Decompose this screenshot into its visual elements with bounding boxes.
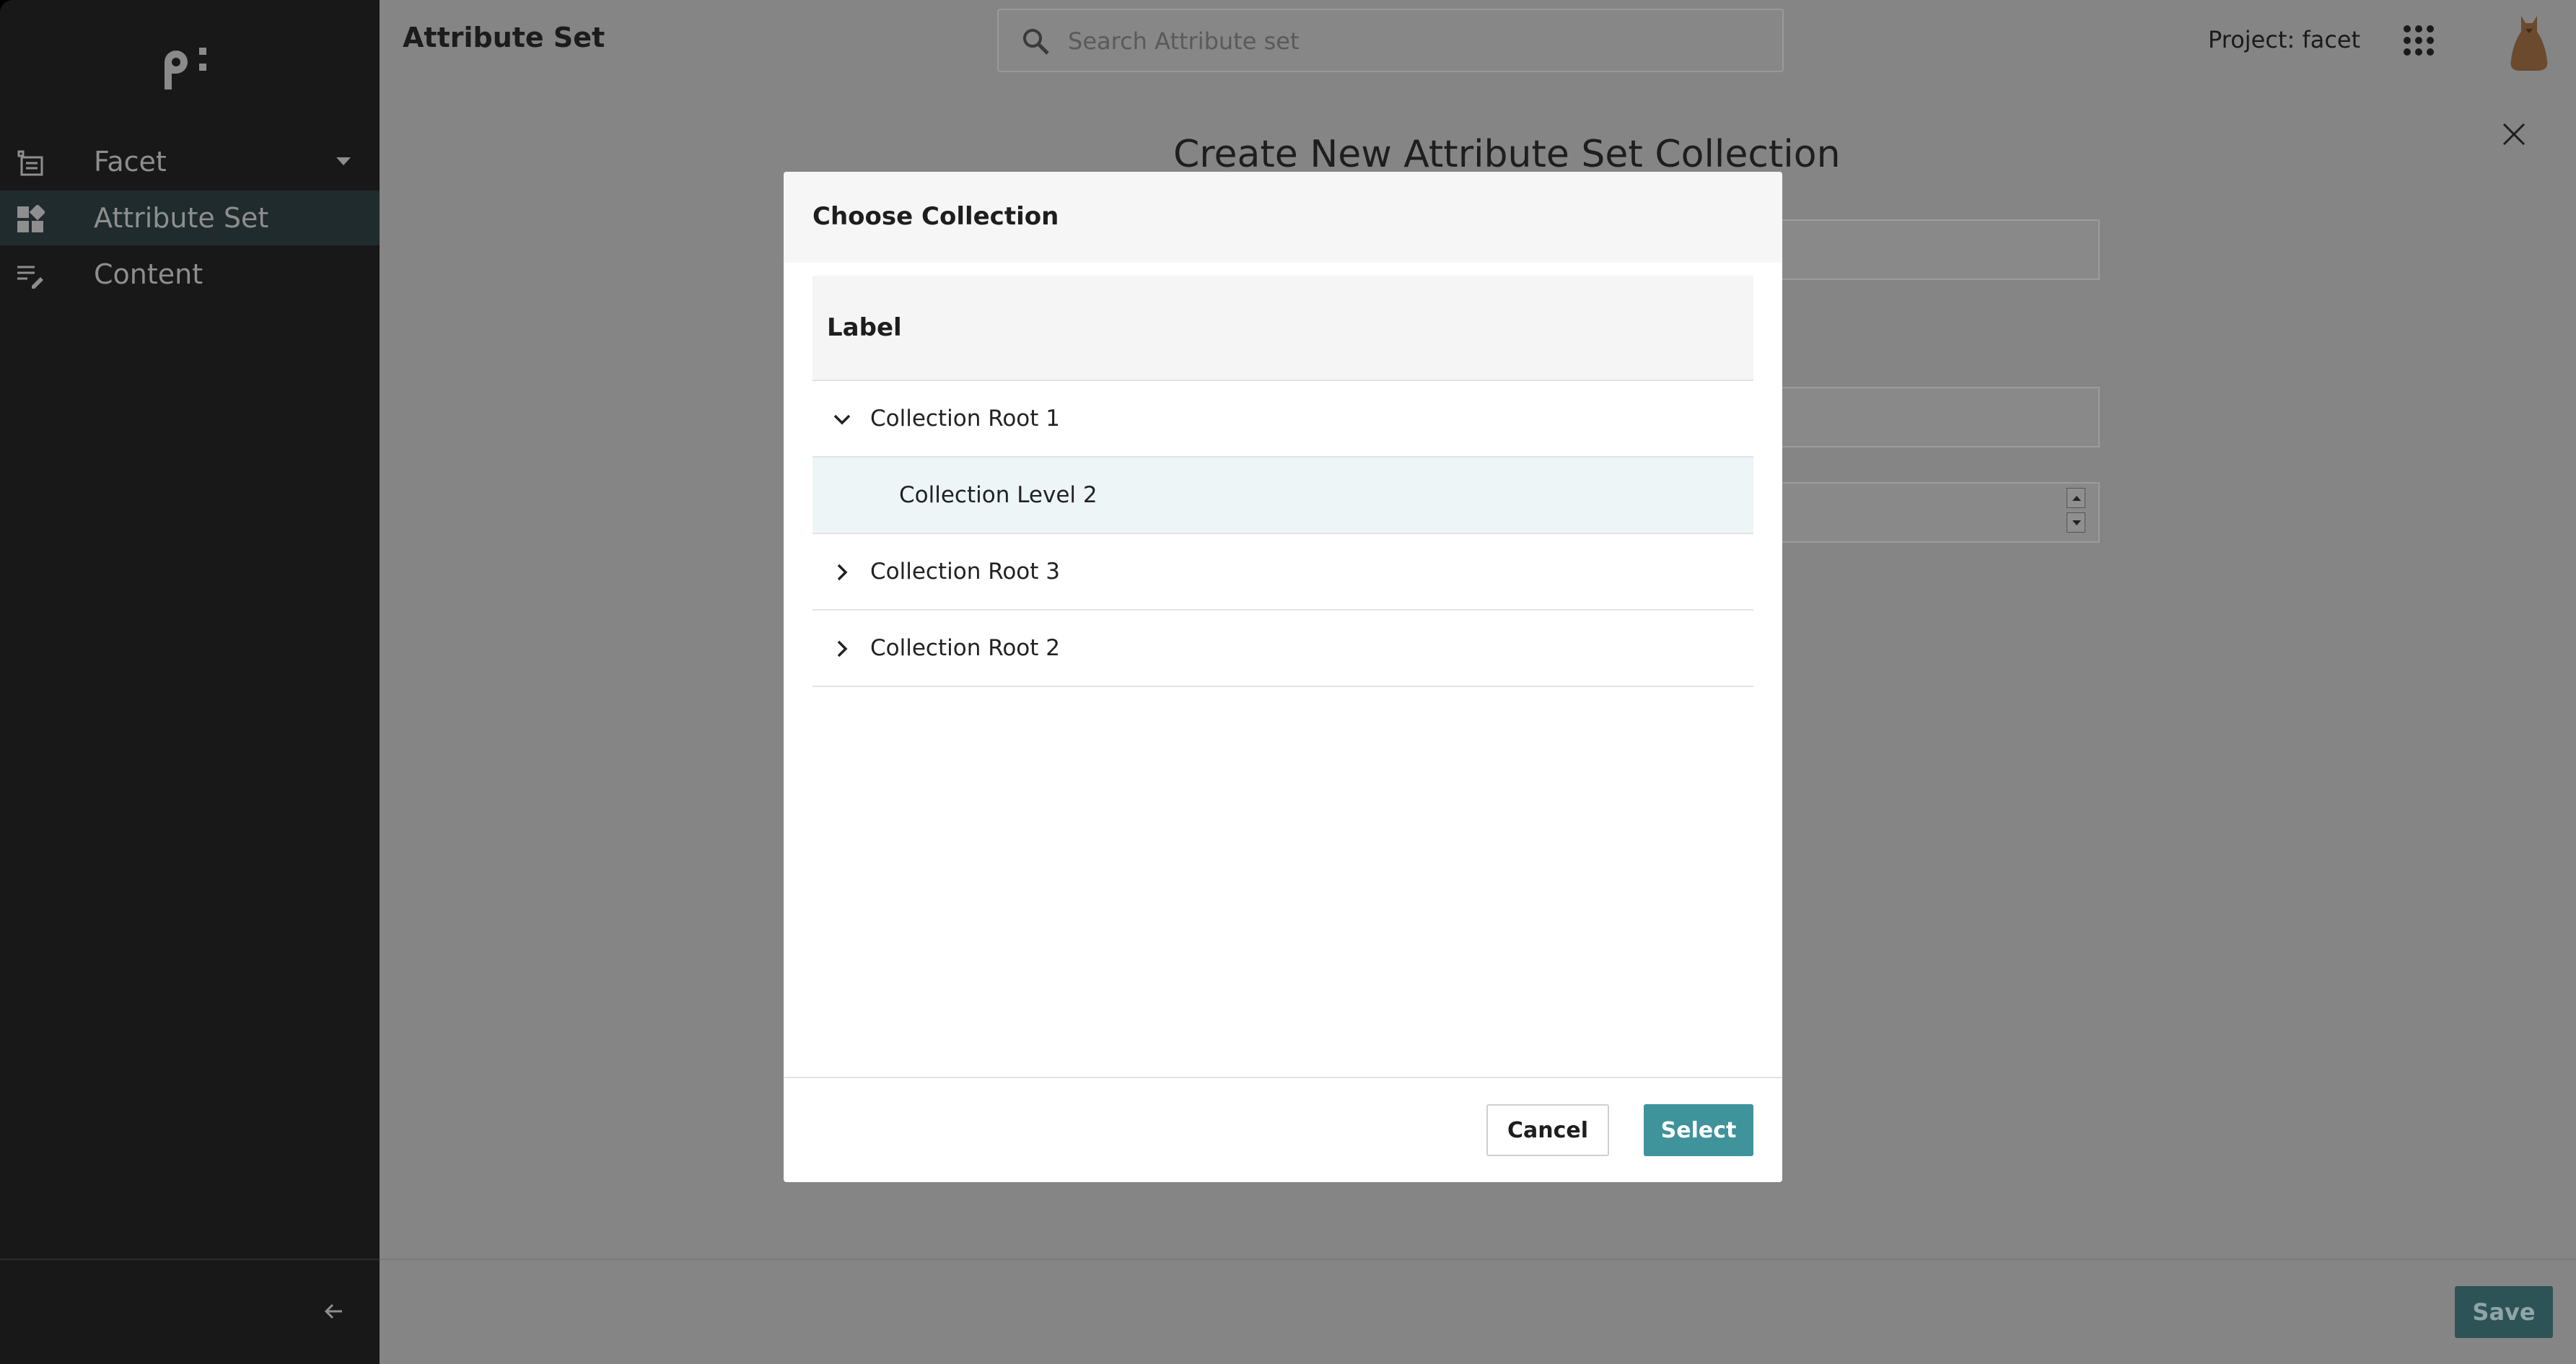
tree-row-label: Collection Level 2 [899,482,1098,508]
edit-list-icon [17,266,43,289]
select-button[interactable]: Select [1644,1104,1753,1156]
tree-row-collection-level-2[interactable]: Collection Level 2 [812,458,1753,534]
page-title: Attribute Set [403,22,605,53]
sidebar-item-attribute-set[interactable]: Attribute Set [0,191,380,245]
sidebar-item-label: Facet [94,146,167,178]
tree-row-collection-root-2[interactable]: Collection Root 2 [812,611,1753,687]
stepper-down-icon[interactable] [2067,512,2085,533]
sidebar-item-content[interactable]: Content [0,247,380,302]
number-stepper-field[interactable] [1756,482,2100,543]
dashboard-icon [17,205,45,232]
tree-row-label: Collection Root 3 [870,559,1061,585]
stepper-up-icon[interactable] [2067,488,2085,508]
dialog-title: Choose Collection [812,202,1059,231]
sidebar-item-label: Content [94,258,203,290]
sidebar: Facet Attribute Set Content [0,0,380,1364]
cancel-button[interactable]: Cancel [1486,1104,1609,1156]
column-header-label: Label [827,313,902,342]
sidebar-item-label: Attribute Set [94,202,269,234]
choose-collection-dialog: Choose Collection Label Collection Root … [784,172,1782,1182]
tree-row-collection-root-3[interactable]: Collection Root 3 [812,534,1753,611]
app-logo[interactable] [160,42,212,94]
tree-row-collection-root-1[interactable]: Collection Root 1 [812,381,1753,458]
form-field[interactable] [1756,219,2100,280]
close-icon[interactable] [2500,120,2528,149]
arrow-left-icon[interactable] [322,1299,346,1324]
list-icon [17,150,43,176]
chevron-right-icon[interactable] [831,638,853,660]
dialog-header: Choose Collection [784,172,1782,263]
tree-row-label: Collection Root 2 [870,635,1061,661]
apps-grid-icon[interactable] [2401,23,2436,58]
avatar[interactable] [2500,7,2557,72]
project-label[interactable]: Project: facet [2208,26,2360,53]
form-field[interactable] [1756,387,2100,447]
page-footer: Save [380,1259,2576,1364]
collection-tree-table: Label Collection Root 1 Collection Level… [812,276,1753,687]
search-placeholder: Search Attribute set [1068,27,1300,55]
table-header: Label [812,276,1753,381]
save-button[interactable]: Save [2455,1286,2553,1338]
chevron-down-icon[interactable] [831,408,853,430]
dialog-footer: Cancel Select [784,1077,1782,1182]
chevron-right-icon[interactable] [831,561,853,583]
top-header: Attribute Set Search Attribute set Proje… [380,0,2576,88]
search-input[interactable]: Search Attribute set [997,9,1784,72]
form-heading: Create New Attribute Set Collection [1173,133,1841,176]
sidebar-item-facet[interactable]: Facet [0,134,380,189]
search-icon [1023,29,1049,55]
caret-down-icon[interactable] [336,157,351,165]
tree-row-label: Collection Root 1 [870,406,1061,432]
sidebar-footer [0,1259,380,1364]
